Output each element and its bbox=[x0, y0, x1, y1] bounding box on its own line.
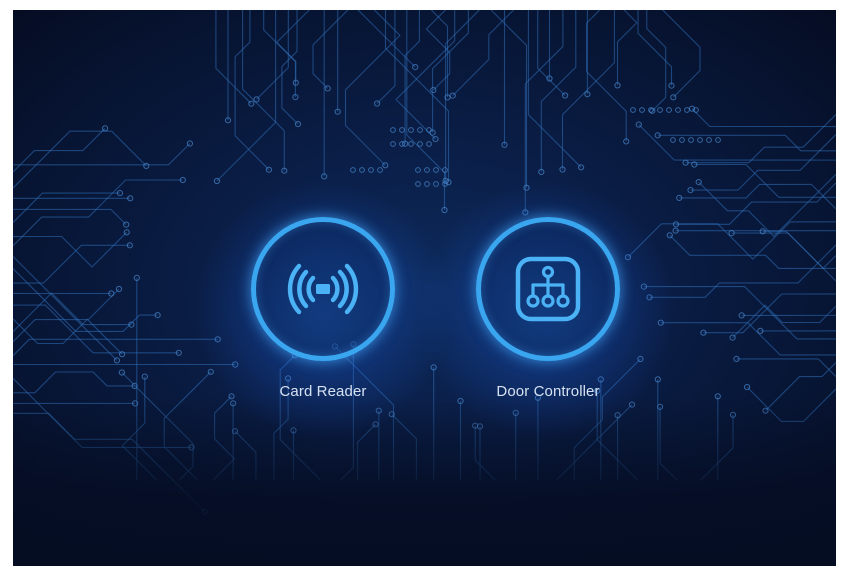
door-controller-label: Door Controller bbox=[496, 383, 600, 400]
door-controller-button[interactable] bbox=[476, 217, 620, 361]
door-controller-icon bbox=[515, 256, 581, 322]
bottom-shadow bbox=[13, 396, 836, 566]
card-reader-label: Card Reader bbox=[279, 383, 367, 400]
device-selection-screen: Card Reader Door Controller bbox=[13, 10, 836, 566]
card-reader-icon bbox=[287, 263, 359, 315]
card-reader-button[interactable] bbox=[251, 217, 395, 361]
